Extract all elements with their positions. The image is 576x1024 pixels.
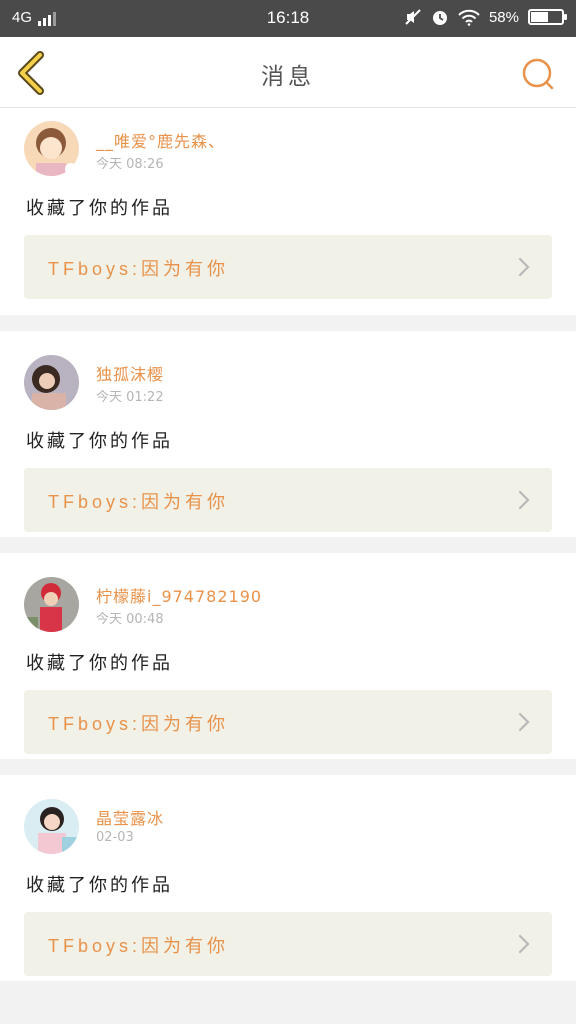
work-title: TFboys:因为有你 [48, 255, 229, 281]
work-title: TFboys:因为有你 [48, 488, 229, 514]
timestamp: 02-03 [96, 830, 134, 845]
chevron-right-icon [518, 712, 530, 732]
message-card: __唯爱°鹿先森、 今天 08:26 收藏了你的作品 TFboys:因为有你 [0, 108, 576, 315]
username[interactable]: 独孤沫樱 [96, 361, 164, 385]
work-link[interactable]: TFboys:因为有你 [24, 690, 552, 754]
wifi-icon [458, 9, 480, 26]
work-prefix: TFboys: [48, 714, 142, 734]
chevron-right-icon [518, 490, 530, 510]
avatar[interactable] [24, 577, 79, 632]
message-card: 晶莹露冰 02-03 收藏了你的作品 TFboys:因为有你 [0, 775, 576, 981]
chevron-right-icon [518, 257, 530, 277]
work-link[interactable]: TFboys:因为有你 [24, 235, 552, 299]
chevron-right-icon [518, 934, 530, 954]
avatar[interactable] [24, 799, 79, 854]
page-title: 消息 [261, 64, 315, 90]
timestamp: 今天 08:26 [96, 157, 164, 172]
timestamp: 今天 01:22 [96, 390, 164, 405]
username[interactable]: 柠檬藤i_974782190 [96, 583, 262, 607]
message-list: __唯爱°鹿先森、 今天 08:26 收藏了你的作品 TFboys:因为有你 独… [0, 108, 576, 997]
username[interactable]: __唯爱°鹿先森、 [96, 128, 225, 152]
work-prefix: TFboys: [48, 259, 142, 279]
message-card: 独孤沫樱 今天 01:22 收藏了你的作品 TFboys:因为有你 [0, 331, 576, 537]
work-prefix: TFboys: [48, 936, 142, 956]
alarm-icon [432, 11, 447, 25]
search-icon[interactable] [520, 56, 556, 92]
work-link[interactable]: TFboys:因为有你 [24, 468, 552, 532]
battery-level [531, 12, 548, 22]
message-card: 柠檬藤i_974782190 今天 00:48 收藏了你的作品 TFboys:因… [0, 553, 576, 759]
work-name: 因为有你 [141, 714, 230, 734]
work-prefix: TFboys: [48, 492, 142, 512]
battery-icon [528, 9, 567, 25]
avatar[interactable] [24, 121, 79, 176]
work-name: 因为有你 [141, 936, 230, 956]
avatar[interactable] [24, 355, 79, 410]
status-bar: 4G 16:18 58% [0, 0, 576, 37]
action-text: 收藏了你的作品 [26, 653, 173, 674]
timestamp: 今天 00:48 [96, 612, 164, 627]
action-text: 收藏了你的作品 [26, 198, 173, 219]
work-name: 因为有你 [141, 492, 230, 512]
work-title: TFboys:因为有你 [48, 710, 229, 736]
mute-icon [405, 9, 421, 25]
action-text: 收藏了你的作品 [26, 431, 173, 452]
work-title: TFboys:因为有你 [48, 932, 229, 958]
username[interactable]: 晶莹露冰 [96, 805, 164, 829]
work-name: 因为有你 [141, 259, 230, 279]
battery-percent: 58% [488, 8, 519, 26]
header: 消息 [0, 37, 576, 108]
work-link[interactable]: TFboys:因为有你 [24, 912, 552, 976]
action-text: 收藏了你的作品 [26, 875, 173, 896]
